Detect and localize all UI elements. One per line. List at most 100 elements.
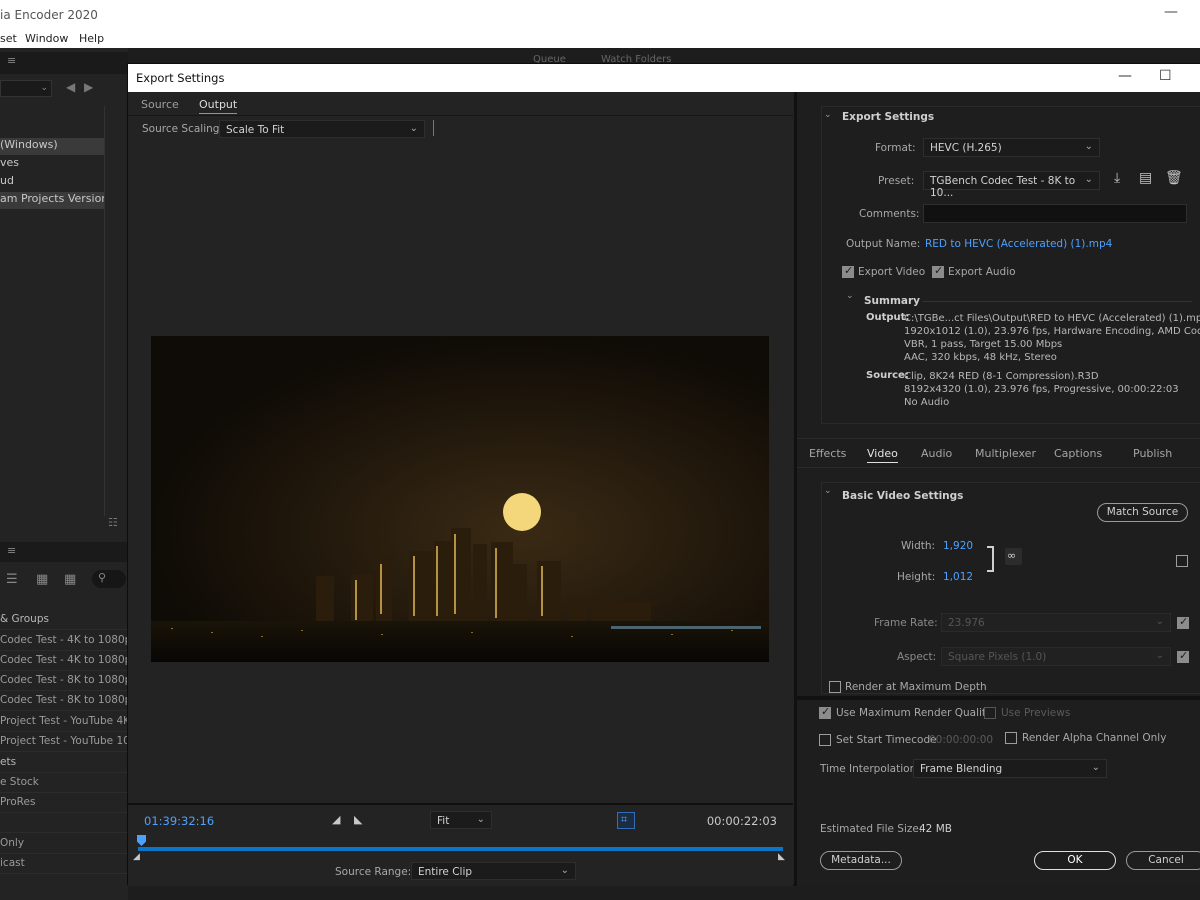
- width-height-override-checkbox[interactable]: [1176, 555, 1188, 567]
- save-preset-icon[interactable]: ⤓: [1114, 170, 1120, 186]
- folder-add-icon[interactable]: ▦: [64, 572, 76, 587]
- export-settings-dialog: Export Settings — ☐ Source Output Source…: [127, 63, 1200, 886]
- background-panels: ≡ ⌄ ◀ ▶ (Windows) ves ud am Projects Ver…: [0, 48, 128, 900]
- playhead[interactable]: [137, 835, 146, 846]
- chevron-down-icon: ⌄: [560, 865, 569, 876]
- delete-preset-icon[interactable]: 🗑: [1165, 170, 1183, 186]
- tab-audio[interactable]: Audio: [921, 447, 952, 460]
- import-preset-icon[interactable]: ▤: [1139, 170, 1152, 186]
- preset-row[interactable]: Project Test - YouTube 4K (: [0, 712, 128, 732]
- frame-rate-match-checkbox[interactable]: [1177, 615, 1189, 629]
- chevron-down-icon[interactable]: ⌄: [824, 110, 832, 120]
- time-interpolation-dropdown[interactable]: Frame Blending ⌄: [913, 759, 1107, 778]
- timeline-controls: 01:39:32:16 ◢ ◣ Fit ⌄ ⌗ 00:00:22:03 ◢ ◣ …: [128, 803, 793, 886]
- menu-help[interactable]: Help: [79, 32, 104, 45]
- preset-label: Preset:: [878, 175, 915, 187]
- render-alpha-checkbox[interactable]: [1005, 732, 1017, 744]
- preset-row[interactable]: Codec Test - 4K to 1080p HE: [0, 651, 128, 671]
- menu-window[interactable]: Window: [25, 32, 68, 45]
- crop-icon: ⌗: [621, 813, 628, 826]
- preset-row[interactable]: Codec Test - 8K to 1080p HE: [0, 691, 128, 711]
- ok-button[interactable]: OK: [1034, 851, 1116, 870]
- aspect-value: Square Pixels (1.0): [948, 651, 1047, 663]
- menu-preset[interactable]: set: [0, 32, 17, 45]
- set-start-timecode-label: Set Start Timecode: [836, 734, 937, 746]
- summary-source-line: 8192x4320 (1.0), 23.976 fps, Progressive…: [904, 384, 1179, 395]
- current-timecode[interactable]: 01:39:32:16: [144, 814, 214, 828]
- preset-row[interactable]: Project Test - YouTube 1080: [0, 732, 128, 752]
- set-start-timecode-checkbox[interactable]: [819, 734, 831, 746]
- constrain-proportions-toggle[interactable]: ∞: [1005, 548, 1022, 565]
- start-timecode-value[interactable]: 00:00:00:00: [929, 734, 993, 746]
- list-item[interactable]: ud: [0, 174, 104, 191]
- minimize-icon[interactable]: —: [1118, 68, 1132, 84]
- export-video-checkbox[interactable]: [842, 264, 854, 278]
- crop-toggle[interactable]: ⌗: [617, 812, 635, 829]
- source-scaling-dropdown[interactable]: Scale To Fit ⌄: [219, 120, 425, 138]
- preset-row[interactable]: Codec Test - 4K to 1080p AV: [0, 631, 128, 651]
- height-label: Height:: [897, 571, 936, 583]
- folder-icon[interactable]: ▦: [36, 572, 48, 587]
- use-max-render-quality-checkbox[interactable]: [819, 705, 831, 719]
- tab-multiplexer[interactable]: Multiplexer: [975, 447, 1036, 460]
- export-audio-checkbox[interactable]: [932, 264, 944, 278]
- source-range-dropdown[interactable]: Entire Clip ⌄: [411, 862, 576, 880]
- list-item[interactable]: am Projects Versions: [0, 192, 104, 209]
- width-value[interactable]: 1,920: [943, 540, 973, 552]
- format-dropdown[interactable]: HEVC (H.265) ⌄: [923, 138, 1100, 157]
- minimize-icon[interactable]: —: [1164, 4, 1178, 20]
- basic-video-settings-header: Basic Video Settings: [842, 490, 964, 502]
- dialog-title: Export Settings: [136, 71, 225, 85]
- chevron-down-icon[interactable]: ⌄: [824, 486, 832, 496]
- tab-source[interactable]: Source: [141, 98, 179, 111]
- tab-publish[interactable]: Publish: [1133, 447, 1172, 460]
- forward-arrow-icon[interactable]: ▶: [84, 80, 93, 94]
- timeline-track[interactable]: [138, 847, 783, 851]
- tab-effects[interactable]: Effects: [809, 447, 846, 460]
- maximize-icon[interactable]: ☐: [1159, 68, 1172, 84]
- zoom-value: Fit: [437, 815, 450, 827]
- output-name-link[interactable]: RED to HEVC (Accelerated) (1).mp4: [925, 238, 1112, 250]
- source-scaling-value: Scale To Fit: [226, 124, 285, 136]
- comments-input[interactable]: [923, 204, 1187, 223]
- back-arrow-icon[interactable]: ◀: [66, 80, 75, 94]
- zoom-dropdown[interactable]: Fit ⌄: [430, 811, 492, 829]
- preset-row[interactable]: ProRes: [0, 793, 128, 813]
- preset-row[interactable]: icast: [0, 854, 128, 874]
- match-source-button[interactable]: Match Source: [1097, 503, 1188, 522]
- search-input[interactable]: ⚲: [92, 570, 126, 588]
- chevron-down-icon[interactable]: ⌄: [846, 291, 854, 301]
- in-point-handle[interactable]: ◢: [133, 852, 140, 862]
- frame-rate-dropdown[interactable]: 23.976 ⌄: [941, 613, 1171, 632]
- tab-video[interactable]: Video: [867, 447, 898, 463]
- source-output-tabs: Source Output: [128, 92, 793, 116]
- chain-link-icon: ∞: [1007, 549, 1017, 562]
- out-point-handle[interactable]: ◣: [778, 852, 785, 862]
- set-in-point-icon[interactable]: ◢: [332, 813, 340, 826]
- preset-row[interactable]: Codec Test - 8K to 1080p AV: [0, 671, 128, 691]
- aspect-match-checkbox[interactable]: [1177, 649, 1189, 663]
- preset-row[interactable]: Only: [0, 834, 128, 854]
- list-view-icon[interactable]: ☷: [108, 516, 118, 529]
- settings-sliders-icon[interactable]: ☰: [6, 572, 18, 587]
- render-max-depth-checkbox[interactable]: [829, 681, 841, 693]
- metadata-button[interactable]: Metadata...: [820, 851, 902, 870]
- use-max-render-quality-label: Use Maximum Render Quality: [836, 707, 993, 719]
- panel-menu-icon[interactable]: ≡: [7, 544, 16, 557]
- list-item[interactable]: ves: [0, 156, 104, 173]
- tab-captions[interactable]: Captions: [1054, 447, 1102, 460]
- settings-pane: ⌄ Export Settings Format: HEVC (H.265) ⌄…: [794, 92, 1200, 886]
- set-out-point-icon[interactable]: ◣: [354, 813, 362, 826]
- location-dropdown[interactable]: ⌄: [0, 80, 52, 97]
- panel-menu-icon[interactable]: ≡: [7, 54, 16, 67]
- format-label: Format:: [875, 142, 916, 154]
- list-item[interactable]: (Windows): [0, 138, 104, 155]
- preset-dropdown[interactable]: TGBench Codec Test - 8K to 10... ⌄: [923, 171, 1100, 199]
- tab-output[interactable]: Output: [199, 98, 238, 114]
- preset-row[interactable]: [0, 813, 128, 833]
- cancel-button[interactable]: Cancel: [1126, 851, 1200, 870]
- height-value[interactable]: 1,012: [943, 571, 973, 583]
- aspect-dropdown[interactable]: Square Pixels (1.0) ⌄: [941, 647, 1171, 666]
- use-previews-checkbox[interactable]: [984, 707, 996, 719]
- preset-row[interactable]: e Stock: [0, 773, 128, 793]
